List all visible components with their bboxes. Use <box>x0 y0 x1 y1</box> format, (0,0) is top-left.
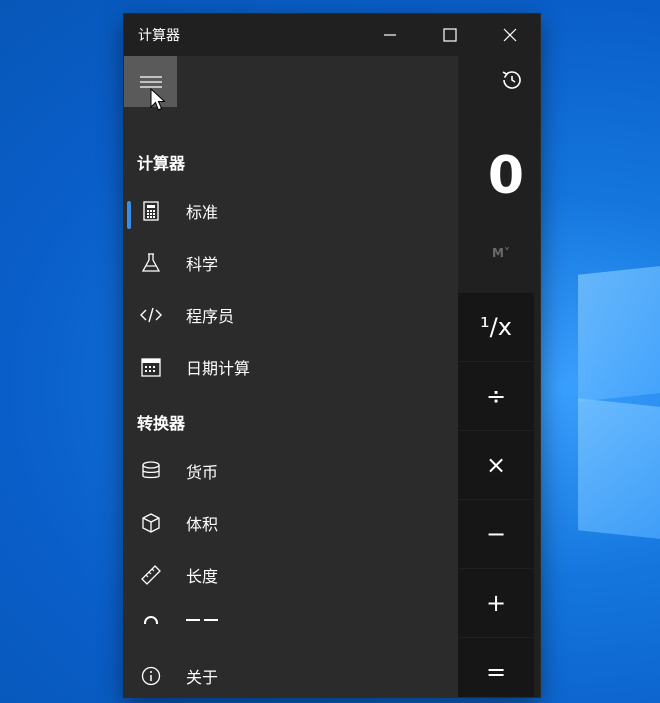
nav-item-about[interactable]: 关于 <box>124 653 458 697</box>
nav-item-label: 标准 <box>186 203 219 222</box>
nav-item-label: 科学 <box>186 255 219 274</box>
nav-item-label: 货币 <box>186 463 219 482</box>
nav-item-currency[interactable]: 货币 <box>124 448 458 494</box>
coins-icon <box>139 459 163 483</box>
result-display: 0 <box>487 146 524 206</box>
weight-icon <box>144 616 158 624</box>
maximize-icon <box>443 28 457 42</box>
nav-item-label: 体积 <box>186 515 219 534</box>
close-button[interactable] <box>480 14 540 56</box>
nav-item-label: 程序员 <box>186 307 235 326</box>
mouse-cursor-icon <box>150 88 166 111</box>
hamburger-icon <box>139 75 162 88</box>
nav-item-partial[interactable] <box>124 596 458 624</box>
divide-button[interactable]: ÷ <box>458 362 534 430</box>
menu-button[interactable] <box>124 56 177 111</box>
nav-item-scientific[interactable]: 科学 <box>124 240 458 286</box>
subtract-button[interactable]: − <box>458 500 534 568</box>
memory-button[interactable]: M˅ <box>492 246 510 260</box>
navigation-pane: 计算器 标准 科学 程序员 日期计算 转换器 货币 体积 长度 关于 <box>124 56 458 697</box>
close-icon <box>503 28 517 42</box>
cube-icon <box>139 511 163 535</box>
code-icon <box>139 303 163 327</box>
minimize-icon <box>384 34 396 36</box>
info-icon <box>139 664 163 688</box>
calendar-icon <box>139 355 163 379</box>
maximize-button[interactable] <box>420 14 480 56</box>
nav-item-label: 关于 <box>186 668 219 687</box>
partial-label-stroke <box>204 619 218 621</box>
calculator-window: 计算器 计算器 标准 科学 程序员 日期计算 转换器 货币 体积 长度 关于 0… <box>124 14 540 697</box>
nav-item-date-calculation[interactable]: 日期计算 <box>124 344 458 390</box>
window-title: 计算器 <box>138 28 180 44</box>
desktop-logo-pane-upper <box>578 265 660 402</box>
nav-item-programmer[interactable]: 程序员 <box>124 292 458 338</box>
flask-icon <box>139 251 163 275</box>
nav-item-volume[interactable]: 体积 <box>124 500 458 546</box>
nav-item-label: 长度 <box>186 567 219 586</box>
nav-item-standard[interactable]: 标准 <box>124 188 458 234</box>
reciprocal-button[interactable]: ¹/x <box>458 293 534 361</box>
history-button[interactable] <box>500 68 524 96</box>
title-bar[interactable]: 计算器 <box>124 14 540 56</box>
partial-label-stroke <box>186 619 200 621</box>
equals-button[interactable]: = <box>458 638 534 697</box>
history-icon <box>502 71 521 89</box>
multiply-button[interactable]: × <box>458 431 534 499</box>
calculator-body: 0 M˅ ¹/x ÷ × − + = <box>458 56 540 697</box>
add-button[interactable]: + <box>458 569 534 637</box>
nav-item-label: 日期计算 <box>186 359 251 378</box>
nav-item-length[interactable]: 长度 <box>124 552 458 598</box>
selection-indicator <box>127 201 131 229</box>
ruler-icon <box>139 563 163 587</box>
calculator-icon <box>139 199 163 223</box>
minimize-button[interactable] <box>360 14 420 56</box>
calculator-section-header: 计算器 <box>137 154 186 173</box>
converter-section-header: 转换器 <box>137 414 186 433</box>
desktop-logo-pane-lower <box>578 398 660 540</box>
